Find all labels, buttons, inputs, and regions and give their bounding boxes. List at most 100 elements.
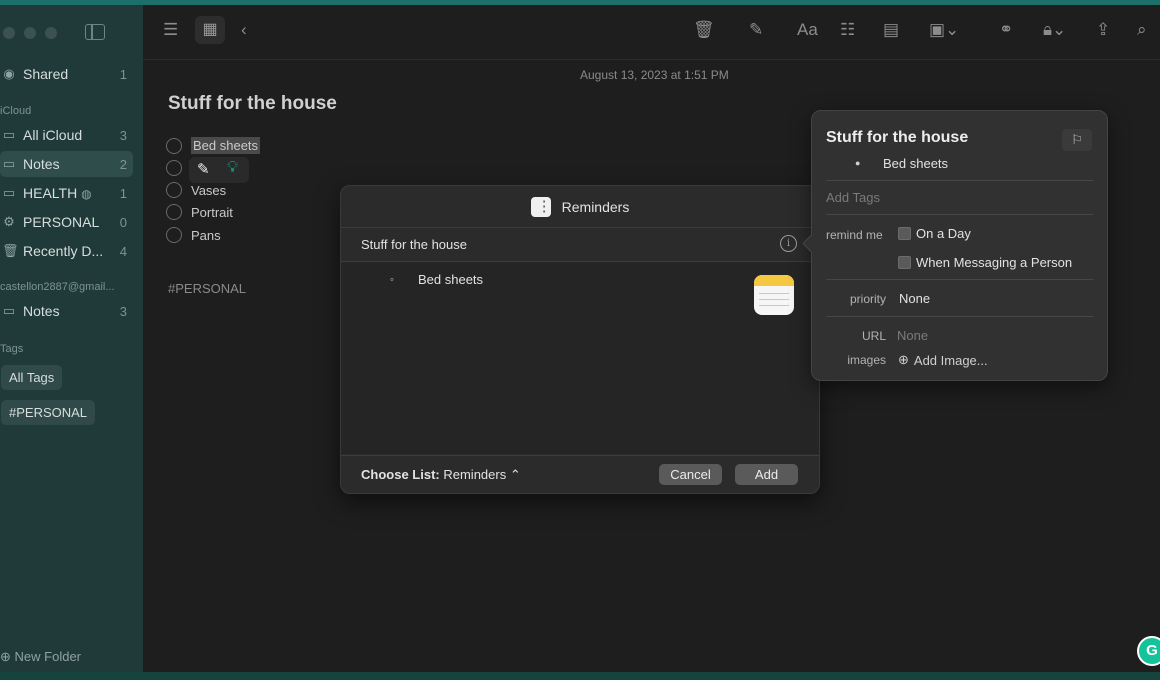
note-date: August 13, 2023 at 1:51 PM [580,68,729,82]
folder-icon: ▭ [2,185,16,200]
trash-icon: 🗑 [2,243,19,258]
url-field[interactable]: None [897,328,928,343]
media-icon[interactable]: ▣⌄ [929,19,959,41]
sidebar-item-notes[interactable]: ▭ Notes 2 [0,151,133,177]
reminder-notes-area[interactable]: ◦ Bed sheets [341,262,819,454]
lock-icon[interactable]: 🔒︎⌄ [1043,19,1066,41]
note-tag[interactable]: #PERSONAL [168,281,246,296]
popover-note-text: Bed sheets [883,156,949,171]
divider [826,279,1093,280]
new-folder-button[interactable]: ⊕ New Folder [0,649,81,665]
toolbar: ☰ ▦ ‹ 🗑 ✎ Aa ☷ ▤ ▣⌄ ⚭ 🔒︎⌄ ⇪ ⌕ [143,5,1160,60]
plus-circle-icon: ⊕ [898,352,909,367]
checklist-item-text: Pans [191,227,221,243]
compose-note-icon[interactable]: ✎ [749,19,763,41]
checkbox-circle-icon[interactable] [166,182,182,198]
checklist-item[interactable]: Bed sheets [166,137,261,154]
folder-icon: ▭ [2,156,16,171]
lightbulb-icon[interactable]: 💡︎ [227,159,238,177]
sidebar-item-label: HEALTH ◍ [23,185,92,201]
when-messaging-label: When Messaging a Person [916,255,1073,270]
checklist-item[interactable] [166,160,191,176]
sidebar-item-count: 3 [119,303,127,319]
checklist-item[interactable]: Pans [166,227,221,243]
gallery-view-icon[interactable]: ▦ [195,16,225,44]
checklist-item[interactable]: Portrait [166,204,233,220]
bullet-icon: ● [855,158,861,168]
minimize-window-button[interactable] [24,27,36,39]
sidebar-item-label: All iCloud [23,127,83,143]
checklist-icon[interactable]: ☷ [840,19,855,41]
dialog-header: Reminders [341,186,819,228]
account-section-header: castellon2887@gmail... [0,281,115,293]
reminders-dialog: Reminders Stuff for the house i ◦ Bed sh… [340,185,820,494]
divider [826,316,1093,317]
sidebar-item-personal[interactable]: ⚙ PERSONAL 0 [0,209,133,235]
shared-badge-icon: ◍ [81,187,92,201]
dialog-header-title: Reminders [561,198,630,215]
share-icon[interactable]: ⇪ [1096,19,1110,41]
cancel-button[interactable]: Cancel [659,464,722,485]
sidebar-item-count: 3 [119,127,127,143]
choose-list-label: Choose List: [361,467,440,482]
on-a-day-checkbox[interactable]: On a Day [898,226,971,241]
priority-label: priority [849,292,886,306]
info-icon[interactable]: i [780,235,797,252]
checklist-item[interactable]: Vases [166,182,226,198]
choose-list-select[interactable]: Choose List: Reminders ⌃ [361,467,521,483]
remind-me-label: remind me [826,228,883,242]
delete-trash-icon[interactable]: 🗑 [693,19,715,41]
sidebar-item-count: 0 [119,214,127,230]
close-window-button[interactable] [3,27,15,39]
divider [826,180,1093,181]
on-a-day-label: On a Day [916,226,971,241]
tags-section-header: Tags [0,343,24,355]
flag-icon[interactable]: ⚐ [1062,129,1092,151]
priority-select[interactable]: None [899,291,930,306]
new-folder-label: New Folder [14,649,81,664]
add-button[interactable]: Add [735,464,798,485]
url-label: URL [861,329,886,343]
list-view-icon[interactable]: ☰ [163,19,178,41]
pencil-sparkle-icon[interactable]: ✎ [197,160,210,178]
dialog-footer: Choose List: Reminders ⌃ Cancel Add [341,455,819,493]
reminder-title[interactable]: Stuff for the house [361,237,467,252]
zoom-window-button[interactable] [45,27,57,39]
sidebar-item-recently-deleted[interactable]: 🗑 Recently D... 4 [0,238,133,264]
sidebar-item-count: 1 [119,66,127,82]
checkbox-icon [898,256,911,269]
checkbox-circle-icon[interactable] [166,160,182,176]
sidebar-item-account-notes[interactable]: ▭ Notes 3 [0,298,133,324]
folder-icon: ▭ [2,303,16,318]
add-tags-field[interactable]: Add Tags [826,190,880,205]
tag-personal[interactable]: #PERSONAL [1,400,96,425]
bullet-icon: ◦ [390,274,394,286]
checkbox-circle-icon[interactable] [166,137,182,154]
text-format-icon[interactable]: Aa [797,19,818,41]
note-title[interactable]: Stuff for the house [168,93,337,115]
back-chevron-icon[interactable]: ‹ [241,19,247,41]
gear-folder-icon: ⚙ [3,214,15,229]
table-icon[interactable]: ▤ [883,19,899,41]
reminders-app-icon [530,196,552,217]
add-image-button[interactable]: ⊕ Add Image... [898,352,988,368]
search-icon[interactable]: ⌕ [1137,19,1147,41]
checkbox-circle-icon[interactable] [166,204,182,220]
reminder-details-popover: Stuff for the house ⚐ ● Bed sheets Add T… [811,110,1108,381]
when-messaging-checkbox[interactable]: When Messaging a Person [898,255,1072,270]
sidebar-item-label: Recently D... [23,243,104,259]
tag-all-tags[interactable]: All Tags [1,365,63,390]
popover-title[interactable]: Stuff for the house [826,129,968,147]
divider [826,214,1093,215]
checkbox-circle-icon[interactable] [166,227,182,243]
window-bottom-accent [0,672,1160,680]
sidebar-item-label: Notes [23,303,60,319]
sidebar-item-health[interactable]: ▭ HEALTH ◍ 1 [0,180,133,206]
images-label: images [847,353,886,367]
sidebar-item-shared[interactable]: ◉ Shared 1 [0,61,133,87]
grammarly-icon[interactable]: G [1137,636,1160,666]
collaborate-icon[interactable]: ⚭ [999,19,1013,41]
notes-app-icon [754,275,794,315]
sidebar-toggle-icon[interactable] [85,24,105,40]
sidebar-item-all-icloud[interactable]: ▭ All iCloud 3 [0,122,133,148]
